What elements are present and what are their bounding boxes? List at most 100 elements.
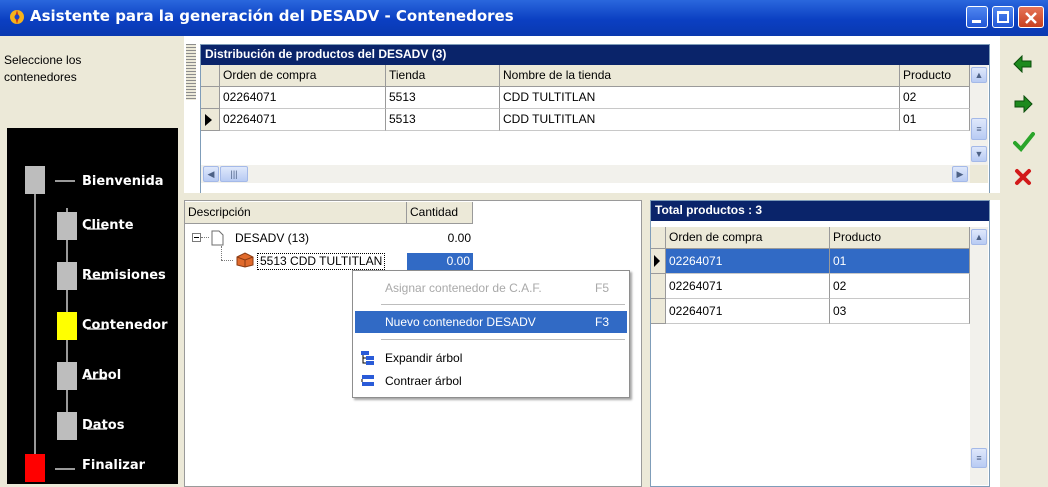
- column-header[interactable]: Nombre de la tienda: [500, 65, 900, 87]
- scroll-up-button[interactable]: ▲: [971, 67, 987, 83]
- current-row-icon: [205, 114, 212, 126]
- column-header[interactable]: Producto: [830, 227, 970, 249]
- tree-node-store[interactable]: 5513 CDD TULTITLAN: [257, 253, 386, 270]
- step-marker-bienvenida: [25, 166, 45, 194]
- check-icon[interactable]: [1013, 132, 1035, 152]
- table-cell[interactable]: 5513: [386, 109, 500, 131]
- table-cell[interactable]: CDD TULTITLAN: [500, 109, 900, 131]
- step-label-arbol: Arbol: [82, 368, 122, 383]
- step-label-finalizar: Finalizar: [82, 458, 146, 473]
- menu-item-expand-tree[interactable]: Expandir árbol: [355, 347, 627, 369]
- table-cell[interactable]: 02: [900, 87, 970, 109]
- steps-connector: [55, 180, 75, 182]
- table-cell[interactable]: 5513: [386, 87, 500, 109]
- maximize-button[interactable]: [992, 6, 1014, 28]
- row-indicator[interactable]: [651, 249, 666, 274]
- menu-item-collapse-tree[interactable]: Contraer árbol: [355, 370, 627, 392]
- wizard-steps: Bienvenida Cliente Remisiones Contenedor…: [7, 128, 178, 484]
- row-indicator[interactable]: [201, 109, 220, 131]
- distribution-title: Distribución de productos del DESADV (3): [201, 45, 989, 65]
- column-header[interactable]: Producto: [900, 65, 970, 87]
- step-marker-contenedor: [57, 312, 77, 340]
- column-header[interactable]: Tienda: [386, 65, 500, 87]
- scroll-thumb[interactable]: ≡: [971, 448, 987, 468]
- cancel-icon[interactable]: [1014, 168, 1032, 186]
- tree-connector: [201, 237, 209, 239]
- table-cell[interactable]: 02: [830, 274, 970, 299]
- minimize-button[interactable]: [966, 6, 988, 28]
- column-header[interactable]: Orden de compra: [666, 227, 830, 249]
- step-label-contenedor: Contenedor: [82, 318, 168, 333]
- current-row-icon: [654, 255, 660, 267]
- tree-connector: [221, 246, 223, 260]
- menu-item-assign-caf[interactable]: Asignar contenedor de C.A.F. F5: [355, 277, 627, 299]
- document-icon: [211, 230, 224, 246]
- table-cell[interactable]: 03: [830, 299, 970, 324]
- scroll-down-button[interactable]: ▼: [971, 146, 987, 162]
- table-cell[interactable]: 01: [900, 109, 970, 131]
- app-icon: [10, 10, 24, 24]
- splitter-grip[interactable]: [186, 44, 196, 100]
- steps-trunk-line: [34, 168, 36, 468]
- menu-item-label: Expandir árbol: [385, 351, 463, 365]
- scroll-up-button[interactable]: ▲: [971, 229, 987, 245]
- tree-column-header[interactable]: Descripción: [185, 202, 407, 224]
- step-marker-cliente: [57, 212, 77, 240]
- scroll-corner: [970, 165, 988, 183]
- row-indicator[interactable]: [201, 87, 220, 109]
- table-cell[interactable]: 02264071: [666, 299, 830, 324]
- vertical-scrollbar[interactable]: [970, 227, 988, 485]
- menu-shortcut: F5: [594, 281, 609, 295]
- menu-item-label: Contraer árbol: [385, 374, 462, 388]
- horizontal-scroll-thumb[interactable]: |||: [220, 166, 248, 182]
- back-arrow-icon[interactable]: [1013, 55, 1033, 73]
- step-label-datos: Datos: [82, 418, 125, 433]
- menu-separator: [381, 339, 625, 340]
- close-button[interactable]: [1018, 6, 1044, 28]
- menu-separator: [381, 304, 625, 305]
- forward-arrow-icon[interactable]: [1013, 95, 1033, 113]
- table-cell[interactable]: 02264071: [220, 87, 386, 109]
- collapse-tree-icon: [361, 375, 374, 386]
- tree-node-qty: 0.00: [447, 231, 471, 245]
- container-icon: [236, 252, 254, 268]
- horizontal-splitter[interactable]: [184, 193, 1000, 200]
- step-marker-remisiones: [57, 262, 77, 290]
- vertical-splitter[interactable]: [642, 200, 650, 487]
- table-cell[interactable]: 02264071: [220, 109, 386, 131]
- step-marker-datos: [57, 412, 77, 440]
- menu-item-new-container[interactable]: Nuevo contenedor DESADV F3: [355, 311, 627, 333]
- maximize-icon: [997, 11, 1009, 23]
- tree-node-root[interactable]: DESADV (13): [235, 231, 309, 245]
- scroll-left-button[interactable]: ◀: [203, 166, 219, 182]
- table-cell[interactable]: 02264071: [666, 274, 830, 299]
- step-marker-finalizar: [25, 454, 45, 482]
- menu-item-label: Nuevo contenedor DESADV: [385, 315, 536, 329]
- row-header-corner: [201, 65, 220, 87]
- row-indicator[interactable]: [651, 299, 666, 324]
- scroll-thumb[interactable]: ≡: [971, 118, 987, 140]
- column-header[interactable]: Orden de compra: [220, 65, 386, 87]
- collapse-toggle[interactable]: [192, 233, 201, 242]
- step-label-remisiones: Remisiones: [82, 268, 166, 283]
- menu-shortcut: F3: [594, 315, 609, 329]
- step-label-bienvenida: Bienvenida: [82, 174, 164, 189]
- scroll-right-button[interactable]: ▶: [952, 166, 968, 182]
- tree-node-qty-selected[interactable]: 0.00: [407, 253, 473, 270]
- step-marker-arbol: [57, 362, 77, 390]
- step-label-cliente: Cliente: [82, 218, 134, 233]
- horizontal-scrollbar[interactable]: [201, 165, 970, 183]
- row-indicator[interactable]: [651, 274, 666, 299]
- instruction-text: Seleccione los contenedores: [4, 53, 82, 84]
- table-cell[interactable]: 02264071: [666, 249, 830, 274]
- row-header-corner: [651, 227, 666, 249]
- close-icon: [1025, 12, 1037, 24]
- steps-connector: [55, 468, 75, 470]
- minus-icon: [194, 237, 199, 238]
- tree-column-header[interactable]: Cantidad: [407, 202, 473, 224]
- minimize-icon: [972, 20, 981, 23]
- menu-item-label: Asignar contenedor de C.A.F.: [385, 281, 542, 295]
- table-cell[interactable]: CDD TULTITLAN: [500, 87, 900, 109]
- table-cell[interactable]: 01: [830, 249, 970, 274]
- totals-title: Total productos : 3: [651, 201, 989, 221]
